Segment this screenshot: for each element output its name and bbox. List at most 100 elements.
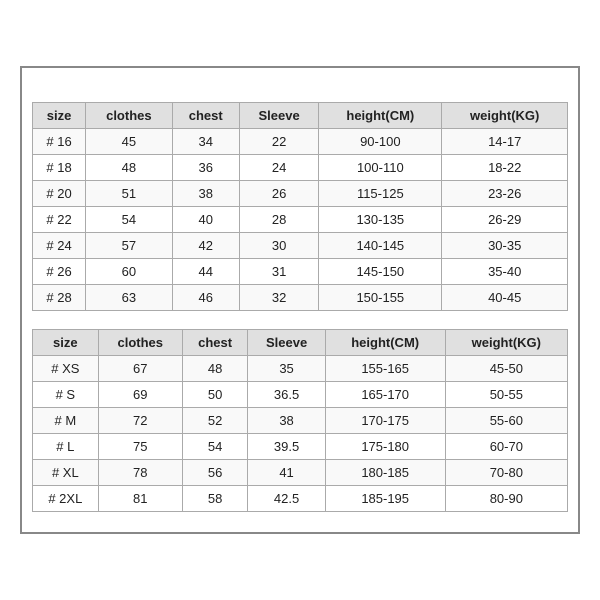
table-cell: # S <box>33 382 99 408</box>
table-cell: 67 <box>98 356 182 382</box>
table-cell: # XL <box>33 460 99 486</box>
table1-col-header: weight(KG) <box>442 103 568 129</box>
table-cell: 56 <box>182 460 248 486</box>
table2-col-header: weight(KG) <box>445 330 567 356</box>
table-cell: 36.5 <box>248 382 325 408</box>
table-row: # L755439.5175-18060-70 <box>33 434 568 460</box>
table-cell: 28 <box>239 207 318 233</box>
table-cell: # 18 <box>33 155 86 181</box>
table-cell: 81 <box>98 486 182 512</box>
table-cell: 54 <box>86 207 172 233</box>
table-cell: 55-60 <box>445 408 567 434</box>
table-cell: 41 <box>248 460 325 486</box>
table-cell: 170-175 <box>325 408 445 434</box>
table1-col-header: clothes <box>86 103 172 129</box>
table-row: # M725238170-17555-60 <box>33 408 568 434</box>
table-cell: 69 <box>98 382 182 408</box>
table-cell: 50-55 <box>445 382 567 408</box>
table2-col-header: height(CM) <box>325 330 445 356</box>
table-cell: 52 <box>182 408 248 434</box>
table-cell: 70-80 <box>445 460 567 486</box>
table-cell: # XS <box>33 356 99 382</box>
table-cell: 46 <box>172 285 239 311</box>
table1-header: sizeclotheschestSleeveheight(CM)weight(K… <box>33 103 568 129</box>
table1-col-header: Sleeve <box>239 103 318 129</box>
table-row: # 1645342290-10014-17 <box>33 129 568 155</box>
table2-col-header: chest <box>182 330 248 356</box>
table-cell: 42 <box>172 233 239 259</box>
table-row: # XL785641180-18570-80 <box>33 460 568 486</box>
table-cell: # 26 <box>33 259 86 285</box>
table-cell: 78 <box>98 460 182 486</box>
table-cell: 34 <box>172 129 239 155</box>
table-cell: 58 <box>182 486 248 512</box>
table-cell: 31 <box>239 259 318 285</box>
table-cell: 145-150 <box>319 259 442 285</box>
table-cell: 100-110 <box>319 155 442 181</box>
table-cell: 45 <box>86 129 172 155</box>
table-row: # 2XL815842.5185-19580-90 <box>33 486 568 512</box>
table-cell: 30-35 <box>442 233 568 259</box>
table-cell: 48 <box>86 155 172 181</box>
table-cell: 60 <box>86 259 172 285</box>
table2-col-header: Sleeve <box>248 330 325 356</box>
table-cell: # 16 <box>33 129 86 155</box>
table-cell: 54 <box>182 434 248 460</box>
table2-col-header: clothes <box>98 330 182 356</box>
table-row: # S695036.5165-17050-55 <box>33 382 568 408</box>
table1-col-header: height(CM) <box>319 103 442 129</box>
table-cell: 14-17 <box>442 129 568 155</box>
table-cell: 40 <box>172 207 239 233</box>
table-cell: 63 <box>86 285 172 311</box>
table-cell: 32 <box>239 285 318 311</box>
size-table-2: sizeclotheschestSleeveheight(CM)weight(K… <box>32 329 568 512</box>
table-cell: 115-125 <box>319 181 442 207</box>
table-cell: # 22 <box>33 207 86 233</box>
table-cell: # 2XL <box>33 486 99 512</box>
table2-col-header: size <box>33 330 99 356</box>
table-cell: 40-45 <box>442 285 568 311</box>
table-row: # 26604431145-15035-40 <box>33 259 568 285</box>
table-cell: 90-100 <box>319 129 442 155</box>
table-cell: 45-50 <box>445 356 567 382</box>
table-cell: 26-29 <box>442 207 568 233</box>
table-cell: 38 <box>248 408 325 434</box>
table-cell: 150-155 <box>319 285 442 311</box>
table-cell: 185-195 <box>325 486 445 512</box>
table1-header-row: sizeclotheschestSleeveheight(CM)weight(K… <box>33 103 568 129</box>
table2-header: sizeclotheschestSleeveheight(CM)weight(K… <box>33 330 568 356</box>
table-cell: # 24 <box>33 233 86 259</box>
table-cell: 18-22 <box>442 155 568 181</box>
table-cell: 26 <box>239 181 318 207</box>
table-row: # 20513826115-12523-26 <box>33 181 568 207</box>
table-cell: 44 <box>172 259 239 285</box>
table-cell: 72 <box>98 408 182 434</box>
table-row: # 18483624100-11018-22 <box>33 155 568 181</box>
table-cell: 51 <box>86 181 172 207</box>
table-row: # 22544028130-13526-29 <box>33 207 568 233</box>
table-cell: 80-90 <box>445 486 567 512</box>
table-cell: 140-145 <box>319 233 442 259</box>
table-cell: 24 <box>239 155 318 181</box>
table-cell: 42.5 <box>248 486 325 512</box>
table-cell: 165-170 <box>325 382 445 408</box>
table-cell: # L <box>33 434 99 460</box>
table2-header-row: sizeclotheschestSleeveheight(CM)weight(K… <box>33 330 568 356</box>
table-cell: 38 <box>172 181 239 207</box>
table1-col-header: size <box>33 103 86 129</box>
table-row: # 24574230140-14530-35 <box>33 233 568 259</box>
table-row: # XS674835155-16545-50 <box>33 356 568 382</box>
table-row: # 28634632150-15540-45 <box>33 285 568 311</box>
table-cell: 50 <box>182 382 248 408</box>
table-cell: 155-165 <box>325 356 445 382</box>
table-cell: 30 <box>239 233 318 259</box>
table-cell: # M <box>33 408 99 434</box>
size-table-1: sizeclotheschestSleeveheight(CM)weight(K… <box>32 102 568 311</box>
table-cell: # 20 <box>33 181 86 207</box>
table1-col-header: chest <box>172 103 239 129</box>
chart-title <box>32 78 568 102</box>
table-cell: 23-26 <box>442 181 568 207</box>
size-chart-container: sizeclotheschestSleeveheight(CM)weight(K… <box>20 66 580 534</box>
table-cell: 35-40 <box>442 259 568 285</box>
table-cell: 180-185 <box>325 460 445 486</box>
